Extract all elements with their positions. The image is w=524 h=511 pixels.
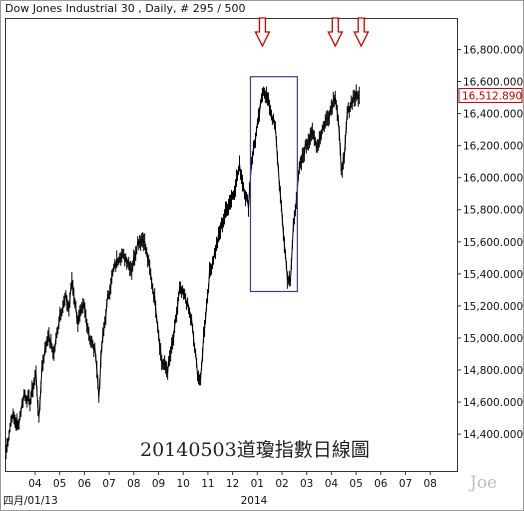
x-tick-label: 05 [53,478,66,490]
x-tick-label: 06 [374,478,388,490]
x-tick-label: 04 [28,478,42,490]
x-tick-label: 02 [275,478,288,490]
x-tick-label: 05 [349,478,362,490]
x-tick-label: 03 [300,478,313,490]
x-tick-label: 04 [325,478,339,490]
y-tick-label: 14,600.000 [463,397,523,409]
x-tick-label: 09 [152,478,165,490]
x-tick-label: 12 [226,478,239,490]
y-tick-label: 15,200.000 [463,301,523,313]
last-value-label: 16,512.890 [462,90,522,102]
chart-title: Dow Jones Industrial 30 , Daily, # 295 /… [5,2,245,15]
x-tick-label: 11 [201,478,214,490]
x-tick-label: 07 [102,478,115,490]
y-tick-label: 16,200.000 [463,141,523,153]
x-tick-label: 10 [177,478,190,490]
y-tick-label: 15,600.000 [463,237,523,249]
watermark: Joe [468,473,497,493]
plot-frame [5,18,458,472]
chart-stage: Dow Jones Industrial 30 , Daily, # 295 /… [0,0,524,511]
y-tick-label: 14,800.000 [463,365,523,377]
y-tick-label: 15,800.000 [463,205,523,217]
x-tick-label: 06 [78,478,92,490]
y-tick-label: 16,000.000 [463,173,523,185]
x-date-label: 四月/01/13 [3,495,58,507]
y-tick-label: 16,600.000 [463,77,523,89]
y-tick-label: 16,800.000 [463,44,523,56]
dow-jones-chart: Dow Jones Industrial 30 , Daily, # 295 /… [0,0,524,511]
y-tick-label: 14,400.000 [463,429,523,441]
annotation-text: 20140503道瓊指數日線圖 [140,439,370,461]
y-tick-label: 16,400.000 [463,109,523,121]
y-tick-label: 15,000.000 [463,333,523,345]
x-tick-label: 01 [251,478,264,490]
x-tick-label: 08 [127,478,140,490]
x-tick-label: 08 [424,478,437,490]
x-year-label: 2014 [241,495,268,507]
y-tick-label: 15,400.000 [463,269,523,281]
x-tick-label: 07 [399,478,412,490]
